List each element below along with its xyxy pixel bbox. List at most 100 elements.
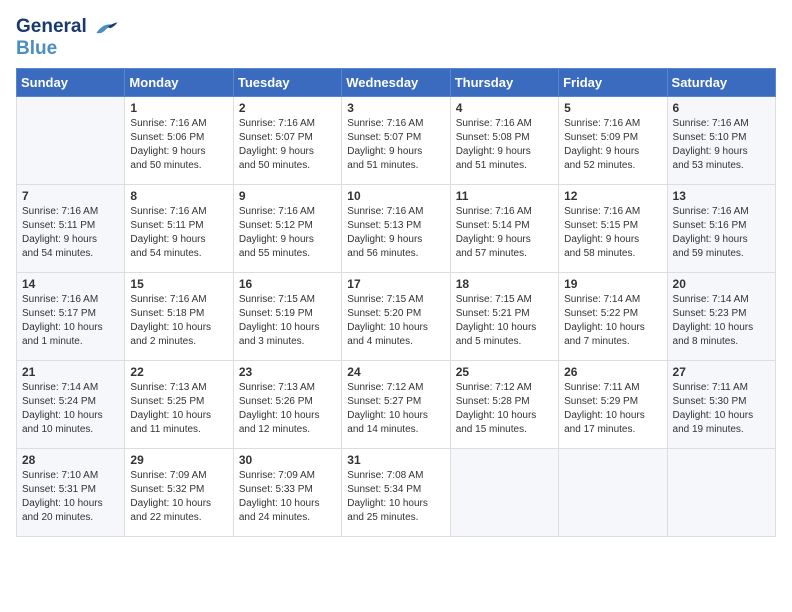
- day-cell-17: 17 Sunrise: 7:15 AMSunset: 5:20 PMDayligh…: [342, 272, 450, 360]
- day-info: Sunrise: 7:09 AMSunset: 5:32 PMDaylight:…: [130, 469, 227, 525]
- day-cell-13: 13Sunrise: 7:16 AMSunset: 5:16 PMDayligh…: [667, 184, 775, 272]
- day-cell-14: 14Sunrise: 7:16 AMSunset: 5:17 PMDayligh…: [17, 272, 125, 360]
- day-info: Sunrise: 7:16 AMSunset: 5:15 PMDaylight:…: [564, 205, 661, 261]
- day-cell-4: 4 Sunrise: 7:16 AMSunset: 5:08 PMDaylight…: [450, 96, 558, 184]
- day-number: 15: [130, 277, 227, 291]
- day-number: 20: [673, 277, 770, 291]
- day-number: 31: [347, 453, 444, 467]
- day-cell-21: 21 Sunrise: 7:14 AMSunset: 5:24 PMDayligh…: [17, 360, 125, 448]
- day-cell-19: 19 Sunrise: 7:14 AMSunset: 5:22 PMDayligh…: [559, 272, 667, 360]
- col-header-thursday: Thursday: [450, 68, 558, 96]
- day-info: Sunrise: 7:13 AMSunset: 5:25 PMDaylight:…: [130, 381, 227, 437]
- day-cell-7: 7 Sunrise: 7:16 AMSunset: 5:11 PMDaylight…: [17, 184, 125, 272]
- day-info: Sunrise: 7:16 AMSunset: 5:06 PMDaylight:…: [130, 117, 227, 173]
- page-header: General Blue: [16, 16, 776, 60]
- day-cell-26: 26 Sunrise: 7:11 AMSunset: 5:29 PMDayligh…: [559, 360, 667, 448]
- day-info: Sunrise: 7:12 AMSunset: 5:27 PMDaylight:…: [347, 381, 444, 437]
- day-number: 10: [347, 189, 444, 203]
- day-info: Sunrise: 7:13 AMSunset: 5:26 PMDaylight:…: [239, 381, 336, 437]
- day-cell-22: 22 Sunrise: 7:13 AMSunset: 5:25 PMDayligh…: [125, 360, 233, 448]
- day-info: Sunrise: 7:11 AMSunset: 5:30 PMDaylight:…: [673, 381, 770, 437]
- day-number: 7: [22, 189, 119, 203]
- col-header-wednesday: Wednesday: [342, 68, 450, 96]
- day-cell-5: 5 Sunrise: 7:16 AMSunset: 5:09 PMDaylight…: [559, 96, 667, 184]
- day-cell-18: 18Sunrise: 7:15 AMSunset: 5:21 PMDayligh…: [450, 272, 558, 360]
- day-number: 2: [239, 101, 336, 115]
- day-cell-30: 30 Sunrise: 7:09 AMSunset: 5:33 PMDayligh…: [233, 448, 341, 536]
- day-info: Sunrise: 7:16 AMSunset: 5:09 PMDaylight:…: [564, 117, 661, 173]
- day-number: 11: [456, 189, 553, 203]
- day-info: Sunrise: 7:16 AMSunset: 5:07 PMDaylight:…: [239, 117, 336, 173]
- day-cell-29: 29 Sunrise: 7:09 AMSunset: 5:32 PMDayligh…: [125, 448, 233, 536]
- day-cell-27: 27 Sunrise: 7:11 AMSunset: 5:30 PMDayligh…: [667, 360, 775, 448]
- day-info: Sunrise: 7:16 AMSunset: 5:13 PMDaylight:…: [347, 205, 444, 261]
- day-info: Sunrise: 7:16 AMSunset: 5:17 PMDaylight:…: [22, 293, 119, 349]
- day-info: Sunrise: 7:09 AMSunset: 5:33 PMDaylight:…: [239, 469, 336, 525]
- empty-cell: [17, 96, 125, 184]
- day-info: Sunrise: 7:15 AMSunset: 5:21 PMDaylight:…: [456, 293, 553, 349]
- day-info: Sunrise: 7:16 AMSunset: 5:10 PMDaylight:…: [673, 117, 770, 173]
- day-info: Sunrise: 7:14 AMSunset: 5:22 PMDaylight:…: [564, 293, 661, 349]
- day-info: Sunrise: 7:16 AMSunset: 5:12 PMDaylight:…: [239, 205, 336, 261]
- day-info: Sunrise: 7:16 AMSunset: 5:11 PMDaylight:…: [130, 205, 227, 261]
- day-cell-24: 24 Sunrise: 7:12 AMSunset: 5:27 PMDayligh…: [342, 360, 450, 448]
- day-info: Sunrise: 7:08 AMSunset: 5:34 PMDaylight:…: [347, 469, 444, 525]
- week-row-2: 7 Sunrise: 7:16 AMSunset: 5:11 PMDaylight…: [17, 184, 776, 272]
- empty-cell: [559, 448, 667, 536]
- day-cell-20: 20Sunrise: 7:14 AMSunset: 5:23 PMDayligh…: [667, 272, 775, 360]
- day-number: 26: [564, 365, 661, 379]
- col-header-sunday: Sunday: [17, 68, 125, 96]
- day-info: Sunrise: 7:15 AMSunset: 5:20 PMDaylight:…: [347, 293, 444, 349]
- day-number: 17: [347, 277, 444, 291]
- day-cell-2: 2 Sunrise: 7:16 AMSunset: 5:07 PMDaylight…: [233, 96, 341, 184]
- day-info: Sunrise: 7:11 AMSunset: 5:29 PMDaylight:…: [564, 381, 661, 437]
- day-cell-16: 16 Sunrise: 7:15 AMSunset: 5:19 PMDayligh…: [233, 272, 341, 360]
- col-header-friday: Friday: [559, 68, 667, 96]
- day-number: 12: [564, 189, 661, 203]
- day-number: 8: [130, 189, 227, 203]
- day-number: 4: [456, 101, 553, 115]
- col-header-tuesday: Tuesday: [233, 68, 341, 96]
- day-cell-9: 9Sunrise: 7:16 AMSunset: 5:12 PMDaylight…: [233, 184, 341, 272]
- day-cell-25: 25 Sunrise: 7:12 AMSunset: 5:28 PMDayligh…: [450, 360, 558, 448]
- col-header-monday: Monday: [125, 68, 233, 96]
- day-number: 27: [673, 365, 770, 379]
- day-number: 24: [347, 365, 444, 379]
- day-number: 28: [22, 453, 119, 467]
- day-number: 25: [456, 365, 553, 379]
- day-info: Sunrise: 7:12 AMSunset: 5:28 PMDaylight:…: [456, 381, 553, 437]
- week-row-5: 28Sunrise: 7:10 AMSunset: 5:31 PMDayligh…: [17, 448, 776, 536]
- day-number: 3: [347, 101, 444, 115]
- day-info: Sunrise: 7:15 AMSunset: 5:19 PMDaylight:…: [239, 293, 336, 349]
- logo-bird-icon: [89, 14, 119, 44]
- day-cell-1: 1 Sunrise: 7:16 AMSunset: 5:06 PMDaylight…: [125, 96, 233, 184]
- day-cell-31: 31 Sunrise: 7:08 AMSunset: 5:34 PMDayligh…: [342, 448, 450, 536]
- day-number: 21: [22, 365, 119, 379]
- day-info: Sunrise: 7:16 AMSunset: 5:11 PMDaylight:…: [22, 205, 119, 261]
- week-row-1: 1 Sunrise: 7:16 AMSunset: 5:06 PMDaylight…: [17, 96, 776, 184]
- day-info: Sunrise: 7:14 AMSunset: 5:24 PMDaylight:…: [22, 381, 119, 437]
- day-info: Sunrise: 7:16 AMSunset: 5:16 PMDaylight:…: [673, 205, 770, 261]
- day-info: Sunrise: 7:16 AMSunset: 5:18 PMDaylight:…: [130, 293, 227, 349]
- day-cell-11: 11Sunrise: 7:16 AMSunset: 5:14 PMDayligh…: [450, 184, 558, 272]
- empty-cell: [450, 448, 558, 536]
- day-cell-28: 28Sunrise: 7:10 AMSunset: 5:31 PMDayligh…: [17, 448, 125, 536]
- day-cell-6: 6 Sunrise: 7:16 AMSunset: 5:10 PMDaylight…: [667, 96, 775, 184]
- day-number: 30: [239, 453, 336, 467]
- day-number: 19: [564, 277, 661, 291]
- day-number: 22: [130, 365, 227, 379]
- day-cell-3: 3Sunrise: 7:16 AMSunset: 5:07 PMDaylight…: [342, 96, 450, 184]
- day-number: 5: [564, 101, 661, 115]
- day-cell-10: 10 Sunrise: 7:16 AMSunset: 5:13 PMDayligh…: [342, 184, 450, 272]
- day-info: Sunrise: 7:16 AMSunset: 5:08 PMDaylight:…: [456, 117, 553, 173]
- day-cell-15: 15 Sunrise: 7:16 AMSunset: 5:18 PMDayligh…: [125, 272, 233, 360]
- day-number: 29: [130, 453, 227, 467]
- logo-text: General Blue: [16, 16, 87, 60]
- day-cell-23: 23Sunrise: 7:13 AMSunset: 5:26 PMDayligh…: [233, 360, 341, 448]
- week-row-3: 14Sunrise: 7:16 AMSunset: 5:17 PMDayligh…: [17, 272, 776, 360]
- empty-cell: [667, 448, 775, 536]
- calendar-table: SundayMondayTuesdayWednesdayThursdayFrid…: [16, 68, 776, 537]
- day-number: 1: [130, 101, 227, 115]
- day-number: 16: [239, 277, 336, 291]
- day-number: 6: [673, 101, 770, 115]
